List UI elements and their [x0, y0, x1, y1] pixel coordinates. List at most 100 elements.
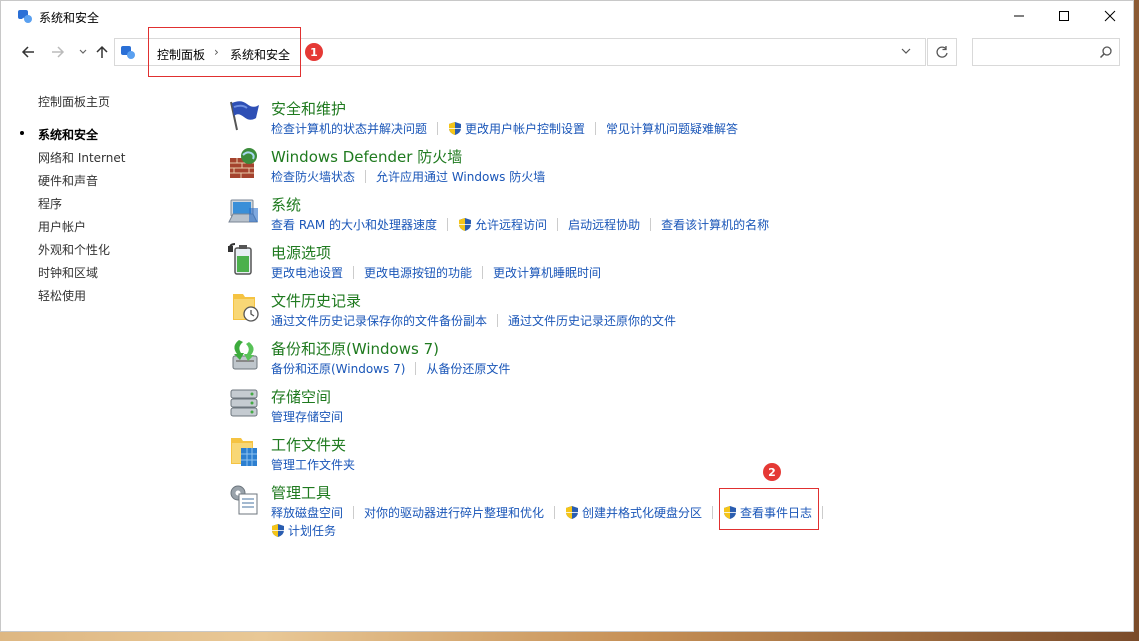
control-panel-icon [120, 44, 136, 60]
backup-icon [227, 338, 261, 372]
category-title[interactable]: 系统 [271, 194, 301, 215]
link-separator [482, 266, 484, 279]
category-title[interactable]: 电源选项 [271, 242, 331, 263]
firewall-icon [227, 146, 261, 180]
highlight-box-event-logs [719, 488, 819, 530]
link-disk-cleanup[interactable]: 释放磁盘空间 [271, 504, 343, 521]
link-separator [822, 506, 824, 519]
link-separator [365, 170, 367, 183]
link-separator [415, 362, 417, 375]
sidebar-item-home[interactable]: 控制面板主页 [38, 93, 110, 110]
refresh-button[interactable] [927, 38, 957, 66]
sidebar-item-appearance[interactable]: 外观和个性化 [38, 241, 110, 258]
uac-shield-icon [272, 524, 284, 537]
link-firewall-status[interactable]: 检查防火墙状态 [271, 168, 355, 185]
category-links: 查看 RAM 的大小和处理器速度 允许远程访问 启动远程协助 查看该计算机的名称 [271, 216, 769, 233]
link-label: 创建并格式化硬盘分区 [582, 506, 703, 520]
link-computer-name[interactable]: 查看该计算机的名称 [661, 216, 769, 233]
link-backup-restore[interactable]: 备份和还原(Windows 7) [271, 360, 405, 377]
refresh-icon [936, 46, 948, 58]
sidebar-item-ease-of-access[interactable]: 轻松使用 [38, 287, 86, 304]
sidebar-item-system-security[interactable]: 系统和安全 [20, 126, 99, 143]
link-separator [712, 506, 714, 519]
category-links: 管理存储空间 [271, 408, 343, 425]
recent-locations-chevron-icon[interactable] [73, 41, 93, 63]
computer-icon [227, 194, 261, 228]
sidebar-item-user-accounts[interactable]: 用户帐户 [38, 218, 86, 235]
link-schedule-tasks[interactable]: 计划任务 [271, 522, 336, 539]
link-manage-storage[interactable]: 管理存储空间 [271, 408, 343, 425]
link-separator [554, 506, 556, 519]
active-bullet [20, 131, 24, 135]
link-separator [497, 314, 499, 327]
link-remote-assist[interactable]: 启动远程协助 [568, 216, 640, 233]
category-title[interactable]: 存储空间 [271, 386, 331, 407]
highlight-box-breadcrumb [148, 27, 301, 77]
uac-shield-icon [449, 122, 462, 135]
back-arrow-icon[interactable] [18, 41, 38, 63]
category-title[interactable]: 备份和还原(Windows 7) [271, 338, 439, 359]
close-button[interactable] [1087, 1, 1133, 31]
sidebar-item-programs[interactable]: 程序 [38, 195, 62, 212]
link-separator [650, 218, 652, 231]
category-title[interactable]: 文件历史记录 [271, 290, 361, 311]
admin-tools-icon [227, 482, 261, 516]
link-restore-from-backup[interactable]: 从备份还原文件 [426, 360, 510, 377]
battery-icon [227, 242, 261, 276]
forward-arrow-icon[interactable] [48, 41, 68, 63]
category-links: 通过文件历史记录保存你的文件备份副本 通过文件历史记录还原你的文件 [271, 312, 676, 329]
category-title[interactable]: 工作文件夹 [271, 434, 346, 455]
uac-shield-icon [566, 506, 579, 519]
category-links: 检查计算机的状态并解决问题 更改用户帐户控制设置 常见计算机问题疑难解答 [271, 120, 738, 137]
link-separator [353, 266, 355, 279]
category-links-row2: 计划任务 [271, 522, 336, 539]
category-links: 备份和还原(Windows 7) 从备份还原文件 [271, 360, 510, 377]
address-dropdown-chevron-icon[interactable] [901, 45, 911, 59]
link-allow-remote[interactable]: 允许远程访问 [458, 216, 547, 233]
link-separator [557, 218, 559, 231]
link-separator [595, 122, 597, 135]
search-input[interactable] [972, 38, 1120, 66]
flag-icon [227, 98, 261, 132]
sidebar-item-clock-region[interactable]: 时钟和区域 [38, 264, 98, 281]
link-manage-work-folders[interactable]: 管理工作文件夹 [271, 456, 355, 473]
sidebar-item-label: 系统和安全 [38, 128, 99, 142]
search-icon [1099, 45, 1113, 59]
file-history-icon [227, 290, 261, 324]
work-folder-icon [227, 434, 261, 468]
minimize-button[interactable] [996, 1, 1042, 31]
link-save-backup[interactable]: 通过文件历史记录保存你的文件备份副本 [271, 312, 487, 329]
link-defragment[interactable]: 对你的驱动器进行碎片整理和优化 [364, 504, 544, 521]
category-links: 更改电池设置 更改电源按钮的功能 更改计算机睡眠时间 [271, 264, 601, 281]
link-create-partition[interactable]: 创建并格式化硬盘分区 [565, 504, 702, 521]
uac-shield-icon [459, 218, 472, 231]
link-power-button[interactable]: 更改电源按钮的功能 [364, 264, 472, 281]
link-battery-settings[interactable]: 更改电池设置 [271, 264, 343, 281]
step-badge-1: 1 [305, 43, 323, 61]
up-arrow-icon[interactable] [92, 41, 112, 63]
category-links: 检查防火墙状态 允许应用通过 Windows 防火墙 [271, 168, 545, 185]
link-separator [353, 506, 355, 519]
category-title[interactable]: Windows Defender 防火墙 [271, 146, 462, 167]
sidebar-item-hardware[interactable]: 硬件和声音 [38, 172, 98, 189]
maximize-button[interactable] [1041, 1, 1087, 31]
link-label: 计划任务 [288, 524, 337, 538]
storage-icon [227, 386, 261, 420]
link-label: 允许远程访问 [475, 218, 548, 232]
control-panel-window: 系统和安全 控制面板 › 系统和安全 控制面板主页 系统和安全 网络和 Inte… [0, 0, 1134, 632]
link-separator [447, 218, 449, 231]
link-sleep-time[interactable]: 更改计算机睡眠时间 [493, 264, 601, 281]
link-restore-files[interactable]: 通过文件历史记录还原你的文件 [508, 312, 676, 329]
link-view-ram[interactable]: 查看 RAM 的大小和处理器速度 [271, 216, 437, 233]
link-check-status[interactable]: 检查计算机的状态并解决问题 [271, 120, 427, 137]
link-troubleshoot[interactable]: 常见计算机问题疑难解答 [606, 120, 738, 137]
link-label: 更改用户帐户控制设置 [465, 122, 586, 136]
window-title: 系统和安全 [39, 11, 100, 25]
control-panel-icon [17, 8, 33, 24]
sidebar-item-network[interactable]: 网络和 Internet [38, 149, 125, 166]
category-title[interactable]: 管理工具 [271, 482, 331, 503]
link-change-uac[interactable]: 更改用户帐户控制设置 [448, 120, 585, 137]
step-badge-2: 2 [763, 463, 781, 481]
category-title[interactable]: 安全和维护 [271, 98, 346, 119]
link-allow-app[interactable]: 允许应用通过 Windows 防火墙 [376, 168, 545, 185]
